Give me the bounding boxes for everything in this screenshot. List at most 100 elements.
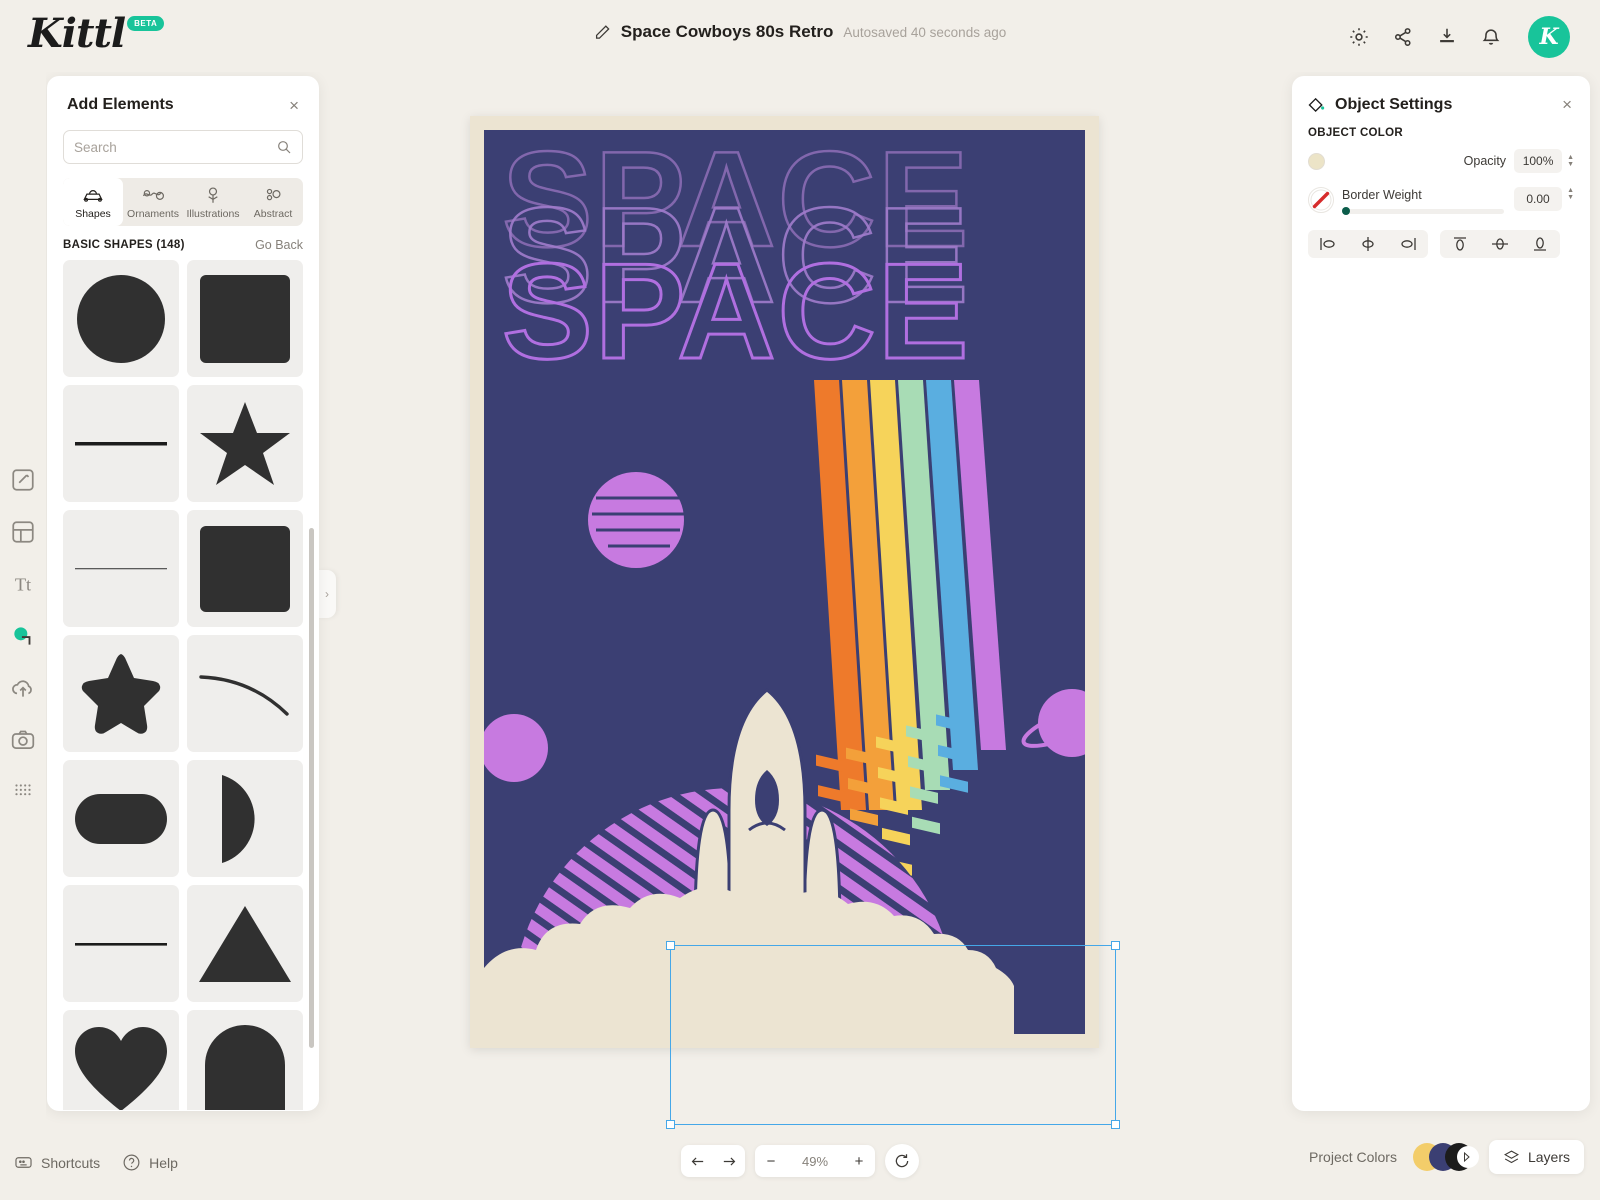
tool-rail: Tt xyxy=(0,72,46,1200)
download-icon[interactable] xyxy=(1436,26,1458,48)
border-weight-stepper[interactable]: ▲ ▼ xyxy=(1567,187,1574,201)
gear-icon[interactable] xyxy=(1348,26,1370,48)
shape-arc[interactable] xyxy=(187,635,303,752)
rail-item-templates[interactable] xyxy=(10,519,36,545)
redo-arrow-icon xyxy=(723,1157,735,1165)
document-title: Space Cowboys 80s Retro xyxy=(620,22,834,41)
help-button[interactable]: Help xyxy=(122,1153,178,1172)
zoom-out-button[interactable]: − xyxy=(755,1145,787,1177)
shape-triangle[interactable] xyxy=(187,885,303,1002)
align-left-button[interactable] xyxy=(1308,230,1348,258)
canvas-area[interactable]: SPACE SPACE SPACE xyxy=(330,72,1280,1132)
rail-item-elements[interactable] xyxy=(10,623,36,649)
opacity-input[interactable]: 100% xyxy=(1514,149,1563,173)
tab-ornaments[interactable]: Ornaments xyxy=(123,178,183,226)
tab-shapes[interactable]: Shapes xyxy=(63,178,123,226)
rail-item-grid[interactable] xyxy=(10,779,36,805)
panel-collapse-button[interactable]: › xyxy=(318,570,336,618)
shape-rounded-star[interactable] xyxy=(63,635,179,752)
shape-line[interactable] xyxy=(63,885,179,1002)
align-top-button[interactable] xyxy=(1440,230,1480,258)
object-settings-body: OBJECT COLOR Opacity 100% ▲ ▼ Border Weig… xyxy=(1292,125,1590,258)
rail-item-text[interactable]: Tt xyxy=(10,571,36,597)
logo-text: Kittl xyxy=(28,10,126,57)
tab-illustrations[interactable]: Illustrations xyxy=(183,178,243,226)
section-title: BASIC SHAPES (148) xyxy=(63,239,185,251)
search-box[interactable] xyxy=(63,130,303,164)
selection-handle-bottom-right[interactable] xyxy=(1111,1120,1120,1129)
help-icon xyxy=(123,1154,140,1171)
object-settings-panel: Object Settings × OBJECT COLOR Opacity 1… xyxy=(1292,76,1590,1111)
project-colors-swatches[interactable] xyxy=(1412,1143,1479,1171)
beta-badge: BETA xyxy=(127,16,165,31)
shortcuts-label: Shortcuts xyxy=(41,1154,101,1171)
rail-item-upload[interactable] xyxy=(10,675,36,701)
rail-item-photos[interactable] xyxy=(10,727,36,753)
search-input[interactable] xyxy=(74,139,276,155)
go-back-button[interactable]: Go Back xyxy=(255,238,303,252)
keyboard-icon xyxy=(15,1157,32,1168)
bell-icon[interactable] xyxy=(1480,26,1502,48)
reset-view-button[interactable] xyxy=(885,1144,919,1178)
border-weight-input[interactable]: 0.00 xyxy=(1514,187,1563,211)
shape-heart[interactable] xyxy=(63,1010,179,1110)
shape-circle[interactable] xyxy=(63,260,179,377)
border-color-swatch[interactable] xyxy=(1308,187,1334,213)
shape-half-circle[interactable] xyxy=(187,760,303,877)
align-bottom-button[interactable] xyxy=(1520,230,1560,258)
history-controls xyxy=(681,1145,745,1177)
redo-button[interactable] xyxy=(713,1145,745,1177)
alignment-controls xyxy=(1308,230,1574,258)
shapes-scroll-area[interactable] xyxy=(47,260,319,1110)
rail-item-edit[interactable] xyxy=(10,467,36,493)
shape-pill[interactable] xyxy=(63,760,179,877)
align-right-button[interactable] xyxy=(1388,230,1428,258)
grid-icon xyxy=(15,784,31,796)
selection-handle-top-right[interactable] xyxy=(1111,941,1120,950)
close-icon[interactable]: × xyxy=(289,97,299,114)
border-weight-label: Border Weight xyxy=(1342,188,1422,202)
border-stroke-icon xyxy=(1310,189,1332,211)
camera-icon xyxy=(11,730,35,749)
ornaments-icon xyxy=(142,190,165,200)
shortcuts-button[interactable]: Shortcuts xyxy=(14,1153,100,1172)
align-center-horizontal-icon xyxy=(1362,237,1374,251)
layers-button[interactable]: Layers xyxy=(1488,1140,1584,1174)
align-middle-vertical-button[interactable] xyxy=(1480,230,1520,258)
shape-rounded-rectangle[interactable] xyxy=(187,510,303,627)
user-avatar[interactable]: K xyxy=(1528,16,1570,58)
kittl-logo[interactable]: Kittl BETA xyxy=(28,10,165,57)
planet-left-small xyxy=(588,472,684,568)
border-weight-slider[interactable] xyxy=(1342,207,1505,215)
close-icon[interactable]: × xyxy=(1562,96,1572,113)
project-colors-more[interactable] xyxy=(1456,1146,1479,1168)
zoom-toolbar: − 49% + xyxy=(681,1144,919,1178)
document-title-area[interactable]: Space Cowboys 80s Retro Autosaved 40 sec… xyxy=(594,22,1006,42)
undo-arrow-icon xyxy=(691,1157,703,1165)
opacity-stepper[interactable]: ▲ ▼ xyxy=(1567,154,1574,168)
shape-rounded-square[interactable] xyxy=(187,260,303,377)
share-icon[interactable] xyxy=(1392,26,1414,48)
object-color-swatch[interactable] xyxy=(1308,152,1325,170)
shapes-grid xyxy=(63,260,303,1110)
poster-artwork[interactable]: SPACE SPACE SPACE xyxy=(484,130,1085,1034)
layers-label: Layers xyxy=(1527,1149,1570,1165)
reset-icon xyxy=(895,1154,909,1168)
shape-star[interactable] xyxy=(187,385,303,502)
border-weight-knob[interactable] xyxy=(1342,207,1350,215)
zoom-level-value[interactable]: 49% xyxy=(787,1154,843,1169)
undo-button[interactable] xyxy=(681,1145,713,1177)
shape-arch[interactable] xyxy=(187,1010,303,1110)
selection-handle-bottom-left[interactable] xyxy=(666,1120,675,1129)
align-top-icon xyxy=(1454,237,1466,251)
panel-scrollbar[interactable] xyxy=(309,528,314,1048)
zoom-in-button[interactable]: + xyxy=(843,1145,875,1177)
help-label: Help xyxy=(149,1154,178,1171)
tab-abstract-label: Abstract xyxy=(253,208,293,220)
tab-abstract[interactable]: Abstract xyxy=(243,178,303,226)
shape-thick-line[interactable] xyxy=(63,385,179,502)
align-left-icon xyxy=(1320,238,1335,250)
shape-thin-line[interactable] xyxy=(63,510,179,627)
align-center-horizontal-button[interactable] xyxy=(1348,230,1388,258)
panel-header: Add Elements × xyxy=(47,76,319,124)
